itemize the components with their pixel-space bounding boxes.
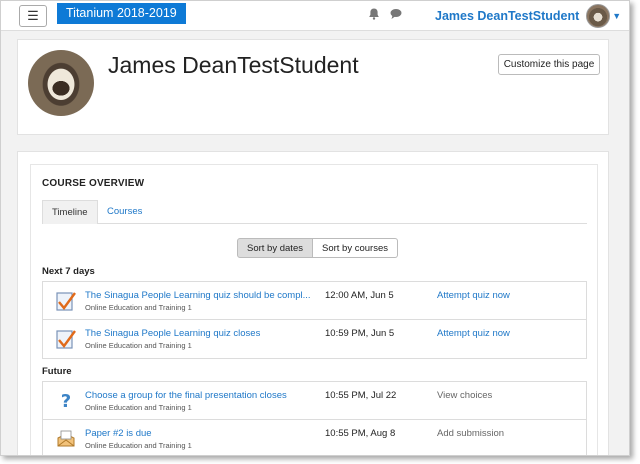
- page-title: James DeanTestStudent: [108, 52, 359, 78]
- user-name[interactable]: James DeanTestStudent: [435, 9, 579, 23]
- sort-by-courses-button[interactable]: Sort by courses: [312, 238, 398, 258]
- chevron-down-icon: ▼: [612, 11, 622, 21]
- moodle-window: ☰ Titanium 2018-2019 James DeanTestStude…: [0, 0, 630, 456]
- tab-timeline[interactable]: Timeline: [42, 200, 98, 224]
- quiz-icon: [56, 330, 76, 349]
- user-menu[interactable]: James DeanTestStudent ▼: [435, 4, 621, 28]
- sort-by-dates-button[interactable]: Sort by dates: [237, 238, 313, 258]
- site-name-link[interactable]: Titanium 2018-2019: [57, 3, 186, 24]
- hamburger-icon: ☰: [27, 8, 39, 23]
- svg-text:?: ?: [61, 391, 71, 412]
- question-icon: ?: [61, 391, 71, 412]
- chat-bubble-icon[interactable]: [389, 7, 403, 21]
- event-course: Online Education and Training 1: [85, 403, 192, 412]
- list-item: ? Choose a group for the final presentat…: [43, 382, 586, 420]
- event-action: Add submission: [437, 428, 505, 439]
- sort-toggle-group: Sort by dates Sort by courses: [237, 238, 398, 258]
- event-name-link[interactable]: Choose a group for the final presentatio…: [85, 390, 287, 401]
- top-navbar: ☰ Titanium 2018-2019 James DeanTestStude…: [1, 1, 629, 31]
- list-item: The Sinagua People Learning quiz closes …: [43, 320, 586, 358]
- event-action: View choices: [437, 390, 493, 401]
- course-overview-block: COURSE OVERVIEW Timeline Courses Sort by…: [30, 164, 598, 455]
- event-name-link[interactable]: The Sinagua People Learning quiz closes: [85, 328, 260, 339]
- profile-avatar: [28, 50, 94, 116]
- event-name-link[interactable]: Paper #2 is due: [85, 428, 152, 439]
- section-label-next-7-days: Next 7 days: [42, 266, 95, 277]
- tab-courses[interactable]: Courses: [98, 200, 151, 224]
- avatar[interactable]: [586, 4, 611, 28]
- customize-page-button[interactable]: Customize this page: [498, 54, 600, 75]
- event-time: 10:55 PM, Aug 8: [325, 428, 396, 439]
- event-name-link[interactable]: The Sinagua People Learning quiz should …: [85, 290, 311, 301]
- event-action-link[interactable]: Attempt quiz now: [437, 290, 510, 301]
- quiz-icon: [56, 292, 76, 311]
- event-time: 10:55 PM, Jul 22: [325, 390, 397, 401]
- list-item: Paper #2 is due Online Education and Tra…: [43, 420, 586, 455]
- page-header: James DeanTestStudent Customize this pag…: [17, 39, 609, 135]
- block-title: COURSE OVERVIEW: [42, 178, 145, 189]
- event-list: ? Choose a group for the final presentat…: [42, 381, 587, 455]
- menu-button[interactable]: ☰: [19, 5, 47, 27]
- event-course: Online Education and Training 1: [85, 303, 192, 312]
- main-region: COURSE OVERVIEW Timeline Courses Sort by…: [17, 151, 609, 455]
- overview-tabs: Timeline Courses: [42, 200, 587, 224]
- assignment-icon: [57, 430, 75, 447]
- section-label-future: Future: [42, 366, 72, 377]
- event-list: The Sinagua People Learning quiz should …: [42, 281, 587, 359]
- bell-icon[interactable]: [367, 7, 381, 21]
- event-time: 12:00 AM, Jun 5: [325, 290, 394, 301]
- event-time: 10:59 PM, Jun 5: [325, 328, 395, 339]
- event-action-link[interactable]: Attempt quiz now: [437, 328, 510, 339]
- list-item: The Sinagua People Learning quiz should …: [43, 282, 586, 320]
- event-course: Online Education and Training 1: [85, 441, 192, 450]
- event-course: Online Education and Training 1: [85, 341, 192, 350]
